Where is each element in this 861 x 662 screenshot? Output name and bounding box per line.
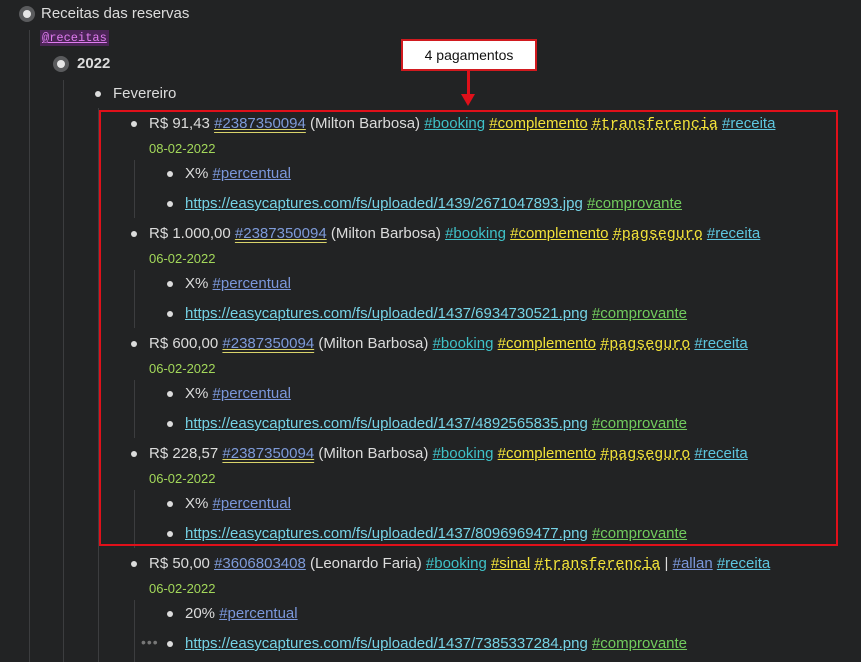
indent-guide [29,30,30,662]
tag-transferencia[interactable]: #transferencia [534,556,660,573]
month-bullet[interactable] [95,91,101,97]
more-options-icon[interactable]: ••• [141,634,159,650]
separator: | [664,555,669,572]
root-item[interactable]: Receitas das reservas [41,4,189,24]
payment-bullet[interactable] [131,561,137,567]
reservation-ref[interactable]: #3606803408 [214,555,306,572]
highlight-box [99,110,838,546]
indent-guide [63,80,64,662]
tag-receita[interactable]: #receita [717,555,770,572]
tag-percentual[interactable]: #percentual [219,605,297,622]
callout-label: 4 pagamentos [401,39,537,71]
year-bullet[interactable] [57,60,65,68]
note-text: 20% [185,605,216,622]
callout-arrow-head [461,94,475,106]
month-item[interactable]: Fevereiro [113,84,176,104]
tag-allan[interactable]: #allan [673,555,713,572]
indent-guide [134,600,135,662]
year-label: 2022 [77,55,111,72]
payment-date: 06-02-2022 [149,581,216,596]
payment-amount: R$ 50,00 [149,555,210,572]
tag-booking[interactable]: #booking [426,555,487,572]
outliner-canvas: Receitas das reservas @receitas 2022 Fev… [0,0,861,662]
tag-sinal[interactable]: #sinal [491,555,530,572]
receipt-bullet[interactable] [167,641,173,647]
root-bullet[interactable] [23,10,31,18]
receipt-link[interactable]: https://easycaptures.com/fs/uploaded/143… [185,635,588,652]
tag-comprovante[interactable]: #comprovante [592,635,687,652]
root-label: Receitas das reservas [41,5,190,22]
month-label: Fevereiro [113,85,177,102]
receipt-item[interactable]: https://easycaptures.com/fs/uploaded/143… [185,634,687,654]
person-name: (Leonardo Faria) [310,555,422,572]
receitas-mention[interactable]: @receitas [40,30,109,46]
callout-arrow [467,71,470,95]
year-item[interactable]: 2022 [77,54,110,74]
note-bullet[interactable] [167,611,173,617]
payment-item[interactable]: R$ 50,00 #3606803408 (Leonardo Faria) #b… [149,554,770,575]
note-item[interactable]: 20% #percentual [185,604,298,624]
